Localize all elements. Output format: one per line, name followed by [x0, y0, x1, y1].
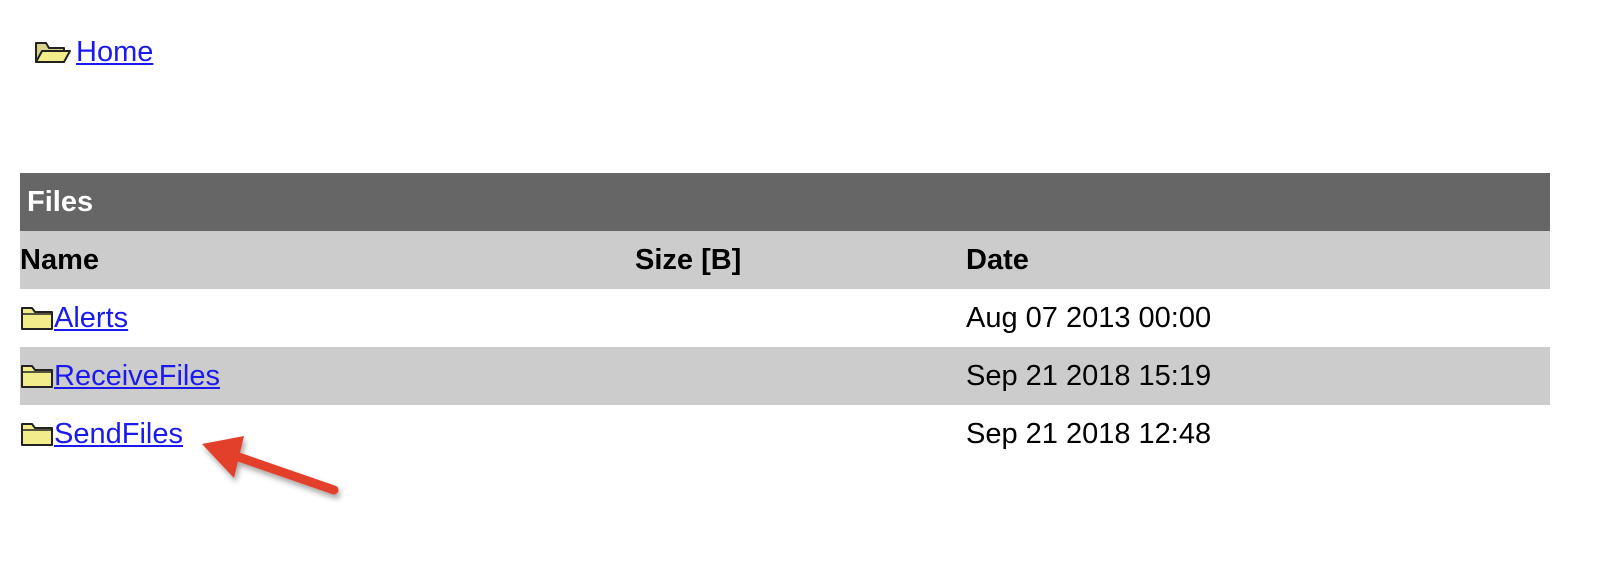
folder-link-sendfiles[interactable]: SendFiles: [54, 418, 183, 451]
table-row: Alerts Aug 07 2013 00:00: [20, 289, 1551, 347]
folder-link-alerts[interactable]: Alerts: [54, 302, 128, 335]
column-header-date[interactable]: Date: [966, 231, 1551, 289]
table-row: ReceiveFiles Sep 21 2018 15:19: [20, 347, 1551, 405]
file-date: Sep 21 2018 12:48: [966, 405, 1551, 463]
folder-icon[interactable]: [20, 362, 54, 390]
breadcrumb: Home: [34, 32, 153, 72]
file-size: [635, 289, 966, 347]
column-header-name[interactable]: Name: [20, 231, 635, 289]
file-date: Aug 07 2013 00:00: [966, 289, 1551, 347]
table-caption: Files: [20, 173, 1551, 231]
file-size: [635, 405, 966, 463]
folder-link-receivefiles[interactable]: ReceiveFiles: [54, 360, 220, 393]
file-size: [635, 347, 966, 405]
column-header-size[interactable]: Size [B]: [635, 231, 966, 289]
open-folder-icon: [34, 37, 72, 67]
files-table: Files Name Size [B] Date Alerts Aug 07 2…: [20, 173, 1551, 463]
folder-icon[interactable]: [20, 304, 54, 332]
home-link[interactable]: Home: [76, 36, 153, 69]
red-arrow-icon: [202, 436, 339, 495]
folder-icon[interactable]: [20, 420, 54, 448]
file-date: Sep 21 2018 15:19: [966, 347, 1551, 405]
table-caption-row: Files: [20, 173, 1551, 231]
table-header-row: Name Size [B] Date: [20, 231, 1551, 289]
